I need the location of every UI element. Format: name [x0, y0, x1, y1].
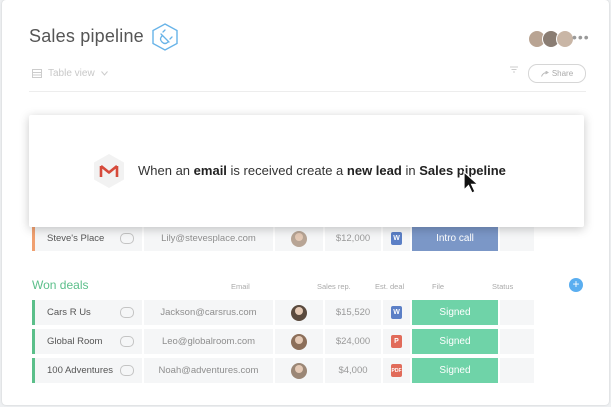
- pdf-file-icon: PDF: [391, 364, 402, 377]
- column-header-status[interactable]: Status: [492, 282, 513, 291]
- members-avatars[interactable]: [528, 30, 574, 48]
- word-file-icon: W: [391, 306, 402, 319]
- status-badge[interactable]: Signed: [412, 358, 498, 383]
- column-header-email[interactable]: Email: [231, 282, 250, 291]
- chat-icon[interactable]: [120, 307, 134, 318]
- table-row[interactable]: 100 Adventures Noah@adventures.com $4,00…: [32, 358, 536, 383]
- avatar: [291, 333, 307, 350]
- integration-plug-icon[interactable]: [150, 22, 180, 52]
- chat-icon[interactable]: [120, 336, 134, 347]
- word-file-icon: W: [391, 232, 402, 245]
- table-row[interactable]: Cars R Us Jackson@carsrus.com $15,520 W …: [32, 300, 536, 325]
- avatar: [291, 230, 307, 247]
- item-name-cell[interactable]: 100 Adventures: [32, 358, 142, 383]
- view-selector[interactable]: Table view: [32, 68, 108, 79]
- email-cell[interactable]: Jackson@carsrus.com: [144, 300, 273, 325]
- board-window: Sales pipeline ••• Table view Share When…: [2, 0, 609, 405]
- rule-trigger[interactable]: email: [194, 163, 227, 178]
- table-row[interactable]: Steve's Place Lily@stevesplace.com $12,0…: [32, 226, 536, 251]
- email-cell[interactable]: Leo@globalroom.com: [144, 329, 273, 354]
- automation-popup: When an email is received create a new l…: [29, 115, 584, 227]
- status-badge[interactable]: Signed: [412, 300, 498, 325]
- sales-rep-cell[interactable]: [275, 300, 323, 325]
- email-cell[interactable]: Noah@adventures.com: [144, 358, 273, 383]
- avatar: [291, 362, 307, 379]
- page-title: Sales pipeline: [29, 26, 144, 46]
- sales-rep-cell[interactable]: [275, 358, 323, 383]
- table-icon: [32, 69, 42, 78]
- status-badge[interactable]: Signed: [412, 329, 498, 354]
- header-divider: [29, 91, 586, 92]
- item-name-cell[interactable]: Cars R Us: [32, 300, 142, 325]
- empty-cell: [500, 329, 534, 354]
- share-label: Share: [551, 69, 574, 78]
- group-title[interactable]: Won deals: [32, 278, 88, 292]
- file-cell[interactable]: P: [383, 329, 410, 354]
- empty-cell: [500, 358, 534, 383]
- share-icon: [540, 70, 549, 77]
- more-menu-icon[interactable]: •••: [572, 29, 590, 45]
- gmail-icon: [94, 154, 124, 188]
- email-cell[interactable]: Lily@stevesplace.com: [144, 226, 273, 251]
- mouse-cursor-icon: [463, 171, 480, 194]
- empty-cell: [500, 300, 534, 325]
- deal-cell[interactable]: $15,520: [325, 300, 381, 325]
- automation-rule-text: When an email is received create a new l…: [138, 163, 506, 178]
- filter-icon[interactable]: [510, 66, 518, 73]
- deal-cell[interactable]: $12,000: [325, 226, 381, 251]
- sales-rep-cell[interactable]: [275, 329, 323, 354]
- status-badge[interactable]: Intro call: [412, 226, 498, 251]
- sales-rep-cell[interactable]: [275, 226, 323, 251]
- column-header-file[interactable]: File: [432, 282, 444, 291]
- file-cell[interactable]: PDF: [383, 358, 410, 383]
- chat-icon[interactable]: [120, 365, 134, 376]
- deal-cell[interactable]: $24,000: [325, 329, 381, 354]
- rule-text: in: [405, 163, 416, 178]
- item-name: Cars R Us: [47, 307, 91, 318]
- powerpoint-file-icon: P: [391, 335, 402, 348]
- chevron-down-icon: [100, 71, 108, 76]
- file-cell[interactable]: W: [383, 300, 410, 325]
- avatar: [291, 304, 307, 321]
- rule-text: is received create a: [230, 163, 344, 178]
- chat-icon[interactable]: [120, 233, 134, 244]
- column-header-est-deal[interactable]: Est. deal: [375, 282, 404, 291]
- item-name-cell[interactable]: Global Room: [32, 329, 142, 354]
- rule-action[interactable]: new lead: [347, 163, 402, 178]
- item-name: Steve's Place: [47, 233, 105, 244]
- view-label: Table view: [48, 68, 95, 79]
- file-cell[interactable]: W: [383, 226, 410, 251]
- add-column-button[interactable]: +: [569, 278, 583, 292]
- column-header-sales-rep[interactable]: Sales rep.: [317, 282, 351, 291]
- item-name: Global Room: [47, 336, 103, 347]
- deal-cell[interactable]: $4,000: [325, 358, 381, 383]
- item-name-cell[interactable]: Steve's Place: [32, 226, 142, 251]
- table-row[interactable]: Global Room Leo@globalroom.com $24,000 P…: [32, 329, 536, 354]
- share-button[interactable]: Share: [528, 64, 586, 83]
- item-name: 100 Adventures: [47, 365, 114, 376]
- rule-text: When an: [138, 163, 191, 178]
- empty-cell: [500, 226, 534, 251]
